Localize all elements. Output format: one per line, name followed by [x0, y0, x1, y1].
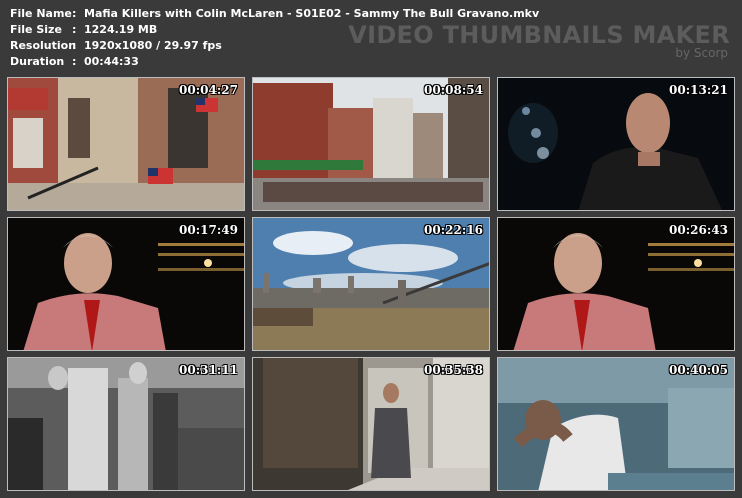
thumbnail-3-image — [498, 78, 734, 210]
thumbnail-7-image — [8, 358, 244, 490]
resolution-label: Resolution — [10, 39, 77, 52]
thumbnail-2[interactable]: 00:08:54 — [252, 77, 490, 211]
thumbnail-4-timestamp: 00:17:49 — [179, 223, 238, 237]
thumbnail-1-image — [8, 78, 244, 210]
brand-title: VIDEO THUMBNAILS MAKER — [348, 21, 730, 49]
thumbnail-9-image — [498, 358, 734, 490]
file-size-label: File Size — [10, 23, 62, 36]
brand-watermark: VIDEO THUMBNAILS MAKER by Scorp — [348, 22, 730, 59]
thumbnail-6-timestamp: 00:26:43 — [669, 223, 728, 237]
file-name-value: Mafia Killers with Colin McLaren - S01E0… — [84, 7, 540, 20]
file-name-label: File Name — [10, 7, 72, 20]
thumbnail-9[interactable]: 00:40:05 — [497, 357, 735, 491]
thumbnail-2-timestamp: 00:08:54 — [424, 83, 483, 97]
thumbnail-4[interactable]: 00:17:49 — [7, 217, 245, 351]
duration-value: 00:44:33 — [84, 55, 139, 68]
thumbnail-6-image — [498, 218, 734, 350]
thumbnail-3-timestamp: 00:13:21 — [669, 83, 728, 97]
thumbnail-8-image — [253, 358, 489, 490]
thumbnail-2-image — [253, 78, 489, 210]
thumbnail-5-image — [253, 218, 489, 350]
duration-label: Duration — [10, 55, 65, 68]
thumbnail-8-timestamp: 00:35:38 — [424, 363, 483, 377]
thumbnail-6[interactable]: 00:26:43 — [497, 217, 735, 351]
thumbnail-1-timestamp: 00:04:27 — [179, 83, 238, 97]
thumbnail-7[interactable]: 00:31:11 — [7, 357, 245, 491]
file-name-row: File Name: Mafia Killers with Colin McLar… — [10, 7, 540, 20]
file-size-value: 1224.19 MB — [84, 23, 158, 36]
thumbnail-4-image — [8, 218, 244, 350]
thumbnail-5[interactable]: 00:22:16 — [252, 217, 490, 351]
thumbnail-1[interactable]: 00:04:27 — [7, 77, 245, 211]
resolution-value: 1920x1080 / 29.97 fps — [84, 39, 222, 52]
thumbnail-3[interactable]: 00:13:21 — [497, 77, 735, 211]
thumbnail-9-timestamp: 00:40:05 — [669, 363, 728, 377]
thumbnail-8[interactable]: 00:35:38 — [252, 357, 490, 491]
thumbnail-5-timestamp: 00:22:16 — [424, 223, 483, 237]
thumbnail-7-timestamp: 00:31:11 — [179, 363, 238, 377]
